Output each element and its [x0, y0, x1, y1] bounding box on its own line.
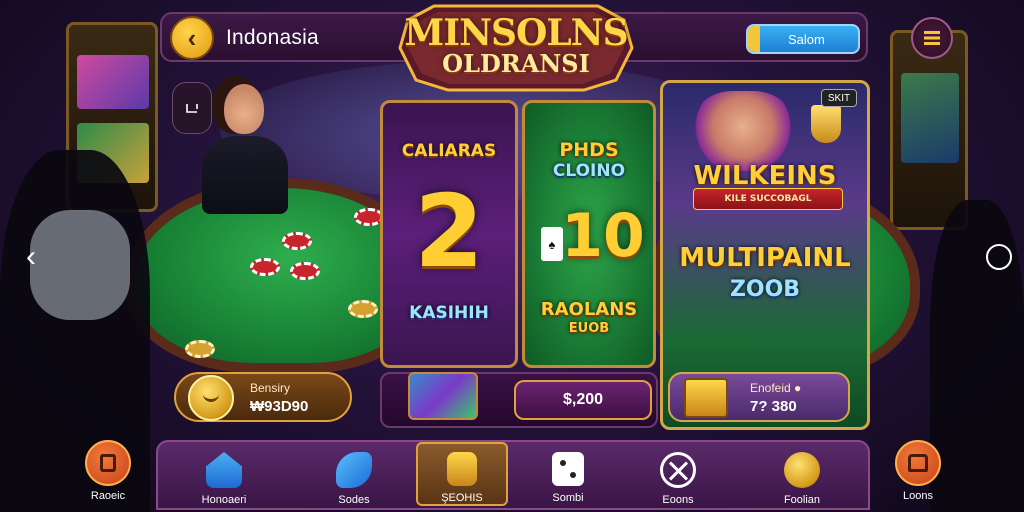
game-card-phds-cloino[interactable]: PHDS CLOINO ♠ 10 RAOLANS EUOB — [522, 100, 656, 368]
card-title: CALIARAS — [401, 141, 497, 161]
carousel-prev-button[interactable]: ‹ — [18, 240, 44, 274]
feature-badge: SKIT — [821, 89, 857, 107]
chevron-left-icon: ‹ — [187, 22, 197, 53]
card-subtitle: KASIHIH — [409, 303, 489, 323]
search-pill-tab — [748, 26, 760, 52]
card-subtitle: RAOLANS — [540, 299, 638, 320]
card-title: PHDS — [559, 139, 619, 161]
nav-item-seohis[interactable]: ŞEOHIS — [416, 442, 508, 506]
balance-label: Bensiry — [250, 381, 291, 395]
card-number: 10 — [561, 201, 645, 271]
card-subtitle-2: EUOB — [568, 321, 610, 336]
chip — [348, 300, 378, 318]
house-icon — [206, 452, 242, 488]
chip — [250, 258, 280, 276]
reward-box[interactable]: Enofeid ● 7? 380 — [668, 372, 850, 422]
nav-label: Foolian — [783, 494, 821, 506]
menu-button[interactable] — [911, 17, 953, 59]
nav-label: Eoons — [662, 494, 694, 506]
reward-label: Enofeid ● — [750, 381, 802, 395]
dice-icon — [552, 452, 584, 486]
feature-title: WILKEINS — [693, 161, 837, 191]
nav-label: Sodes — [338, 494, 370, 506]
search-button[interactable]: Salom — [746, 24, 860, 54]
feature-subtitle-2: ZOOB — [729, 277, 801, 302]
nav-item-sombi[interactable]: Sombi — [522, 444, 614, 508]
game-logo: MINSOLNS OLDRANSI — [394, 2, 638, 94]
coin-icon — [784, 452, 820, 488]
card-title-2: CLOINO — [552, 161, 626, 181]
chip — [185, 340, 215, 358]
bet-amount-button[interactable]: $,200 — [514, 380, 652, 420]
nav-loons[interactable]: Loons — [888, 440, 948, 504]
region-label: Indonasia — [226, 26, 319, 49]
nav-label: Honoaeri — [201, 494, 247, 506]
roulette-icon — [660, 452, 696, 488]
card-deck-icon — [447, 452, 477, 486]
nav-item-honoaeri[interactable]: Honoaeri — [178, 444, 270, 508]
nav-item-foolian[interactable]: Foolian — [756, 444, 848, 508]
dolphin-icon — [336, 452, 372, 488]
square-icon — [85, 440, 131, 486]
character-portrait — [693, 91, 793, 171]
hamburger-icon — [924, 31, 940, 45]
feature-ribbon-text: KILE SUCCOBAGL — [724, 194, 812, 204]
reward-value: 7? 380 — [750, 398, 797, 415]
nav-item-eoons[interactable]: Eoons — [632, 444, 724, 508]
logo-title: MINSOLNS — [404, 12, 628, 54]
coin-icon — [188, 375, 234, 421]
balance-box[interactable]: Bensiry ₩93D90 — [174, 372, 352, 422]
nav-raoeic[interactable]: Raoeic — [78, 440, 138, 504]
chip — [290, 262, 320, 280]
bet-amount: $,200 — [562, 391, 604, 408]
card-number: 2 — [414, 173, 484, 290]
nav-label: Loons — [903, 490, 933, 502]
nav-label: Raoeic — [90, 490, 126, 502]
nav-item-sodes[interactable]: Sodes — [308, 444, 400, 508]
logo-subtitle: OLDRANSI — [442, 49, 590, 78]
carousel-next-button[interactable] — [986, 244, 1012, 270]
background-slot-machine-right — [890, 30, 968, 230]
feature-subtitle: MULTIPAINL — [679, 243, 851, 273]
back-button[interactable]: ‹ — [170, 16, 214, 60]
feature-ribbon: KILE SUCCOBAGL — [693, 188, 843, 210]
trophy-icon — [811, 105, 841, 143]
nav-label: ŞEOHIS — [441, 492, 483, 504]
search-label: Salom — [788, 32, 825, 47]
rotate-toggle[interactable] — [172, 82, 212, 134]
rotate-icon — [186, 104, 198, 113]
chevron-left-icon: ‹ — [26, 240, 36, 273]
chest-icon — [895, 440, 941, 486]
treasure-icon — [684, 378, 728, 418]
chip — [282, 232, 312, 250]
game-thumbnail[interactable] — [408, 372, 478, 420]
game-card-caliaras[interactable]: CALIARAS 2 KASIHIH — [380, 100, 518, 368]
nav-label: Sombi — [552, 492, 584, 504]
balance-value: ₩93D90 — [250, 398, 309, 415]
